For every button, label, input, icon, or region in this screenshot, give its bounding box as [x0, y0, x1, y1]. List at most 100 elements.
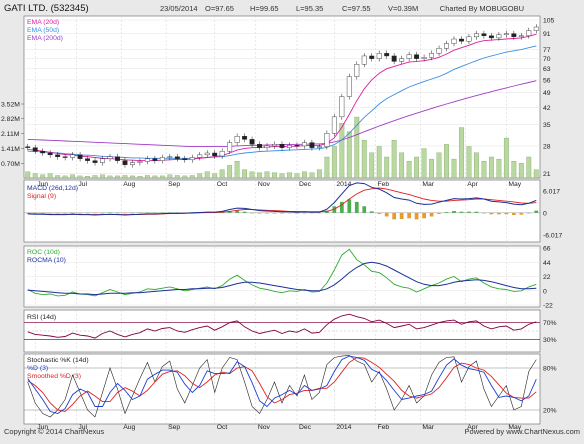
candle-body [167, 156, 173, 158]
volume-bar [107, 175, 113, 179]
x-tick-label: Dec [299, 424, 312, 431]
volume-bar [25, 171, 31, 179]
macd-histogram-bar [422, 212, 426, 219]
price-axis-tick: 105 [543, 18, 555, 25]
volume-bar [159, 175, 165, 179]
price-axis-tick: 42 [543, 105, 551, 112]
macd-histogram-bar [48, 212, 53, 214]
candle-body [85, 158, 91, 161]
macd-histogram-bar [310, 212, 314, 214]
price-legend-entry: EMA (200d) [27, 35, 63, 42]
volume-bar [32, 173, 38, 179]
macd-histogram-bar [235, 210, 239, 213]
macd-histogram-bar [78, 212, 82, 214]
candle-body [309, 142, 315, 148]
macd-histogram-bar [33, 212, 38, 214]
volume-bar [234, 161, 240, 179]
candle-body [189, 157, 195, 161]
candle-body [466, 36, 472, 42]
chart-date: 23/05/2014 [160, 4, 198, 13]
volume-bar [451, 158, 457, 179]
stoch-axis-tick: 20% [543, 408, 557, 415]
volume-bar [40, 174, 46, 179]
volume-bar [436, 152, 442, 179]
price-axis-tick: 49 [543, 90, 551, 97]
macd-histogram-bar [399, 212, 404, 220]
candle-body [40, 150, 46, 154]
candle-body [77, 154, 83, 159]
volume-bar [316, 169, 322, 179]
macd-histogram-bar [482, 212, 486, 214]
candle-body [257, 144, 263, 148]
volume-bar [212, 173, 218, 179]
x-tick-label: Nov [258, 181, 271, 188]
volume-bar [496, 158, 502, 179]
volume-bar [100, 174, 105, 179]
x-tick-label: Jul [78, 181, 87, 188]
x-tick-label: Sep [168, 181, 180, 188]
candle-body [384, 53, 390, 57]
chart-title: GATI LTD. (532345) [4, 3, 89, 14]
candle-body [182, 158, 188, 161]
volume-bar [115, 175, 120, 179]
candle-body [212, 152, 218, 157]
candle-body [197, 154, 203, 158]
volume-bar [182, 175, 188, 179]
volume-bar [189, 175, 195, 179]
candle-body [242, 136, 248, 140]
macd-histogram-bar [354, 201, 359, 213]
macd-histogram-bar [369, 211, 374, 213]
volume-bar [376, 146, 382, 179]
macd-histogram-bar [295, 212, 299, 214]
volume-bar [339, 123, 345, 179]
volume-bar [77, 175, 83, 179]
candle-body [227, 142, 233, 152]
macd-histogram-bar [302, 212, 307, 214]
volume-bar [302, 171, 307, 179]
candle-body [234, 136, 240, 143]
volume-bar [227, 165, 233, 179]
candle-body [264, 145, 270, 148]
price-axis-tick: 21 [543, 171, 551, 178]
candle-body [301, 142, 307, 147]
volume-bar [219, 169, 225, 179]
volume-bar [294, 173, 300, 179]
volume-bar [174, 175, 180, 179]
stoch-legend-entry: %D (3) [27, 365, 48, 372]
x-tick-label: Mar [422, 181, 434, 188]
roc-legend-entry: ROC (10d) [27, 249, 60, 256]
volume-bar [122, 175, 128, 179]
x-tick-label: Nov [258, 424, 271, 431]
volume-bar [384, 156, 390, 179]
volume-bar [309, 172, 315, 179]
macd-histogram-bar [130, 212, 135, 214]
candle-body [100, 158, 105, 163]
rsi-axis-tick: 30% [543, 337, 557, 344]
volume-bar [92, 175, 98, 179]
candle-body [503, 33, 509, 35]
candle-body [152, 158, 158, 161]
candle-body [70, 154, 76, 158]
volume-bar [167, 174, 173, 179]
x-tick-label: Dec [299, 181, 312, 188]
volume-bar [264, 171, 270, 179]
roc-axis-tick: 66 [543, 246, 551, 253]
volume-bar [414, 156, 420, 179]
price-axis-tick: 77 [543, 47, 551, 54]
volume-bar [47, 173, 53, 179]
candle-body [272, 144, 277, 147]
macd-histogram-bar [280, 212, 284, 214]
macd-histogram-bar [272, 212, 277, 214]
macd-histogram-bar [100, 212, 105, 214]
candle-body [219, 150, 225, 157]
volume-bar [137, 176, 143, 179]
volume-bar [421, 148, 427, 179]
candle-body [361, 55, 367, 65]
volume-bar [62, 175, 68, 179]
candle-body [47, 152, 53, 156]
stoch-legend-entry: Smoothed %D (3) [27, 373, 81, 380]
x-tick-label: 2014 [336, 424, 351, 431]
roc-axis-tick: 22 [543, 274, 551, 281]
candle-body [204, 152, 210, 156]
powered-by-text: Powered by www.ChartNexus.com [465, 427, 580, 436]
